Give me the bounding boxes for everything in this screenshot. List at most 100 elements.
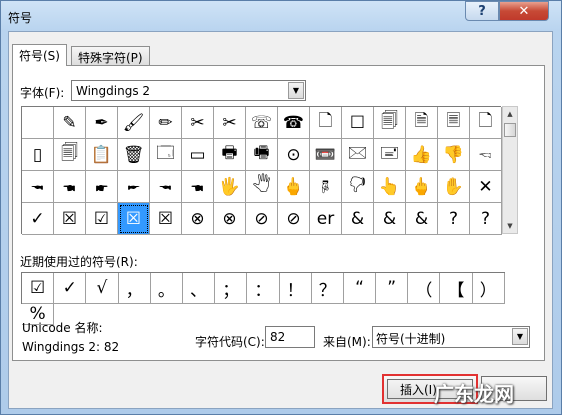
symbol-cell[interactable]: 🖚 — [22, 171, 54, 203]
recent-symbol-cell[interactable]: ） — [472, 273, 505, 304]
symbol-cell[interactable]: ⊘ — [278, 203, 310, 235]
recent-symbol-cell[interactable]: ： — [247, 273, 280, 304]
recent-symbols-label: 近期使用过的符号(R): — [20, 255, 138, 269]
symbol-grid: ✎ ✒ 🖌 ✏ ✂ ✂ ☏ ☎ 🗋 ☐ 🗐 🗎 🗏 🗋 ▯ 🗐 📋 🗑 🗔 ▭ 🖶 🖷 ⊙ 📼 🖂 🖃 👍 👎 🖘 🖚 🖜 🖝 🖛 🖚 🖜 🖐 🖑 🖕 🖗 🖓… — [21, 106, 502, 235]
symbol-cell[interactable]: 🗋 — [310, 107, 342, 139]
symbol-cell[interactable]: ☒ — [150, 203, 182, 235]
symbol-cell[interactable]: 🖛 — [118, 171, 150, 203]
scroll-down-icon[interactable]: ▼ — [503, 219, 517, 233]
recent-symbols-grid: ☑ ✓ √，。、；：！？ “” （【）% — [21, 272, 505, 325]
font-label: 字体(F): — [20, 86, 65, 100]
symbol-cell[interactable]: ⊗ — [182, 203, 214, 235]
symbol-cell[interactable] — [22, 107, 54, 139]
watermark-logo: 广东龙网 — [434, 382, 514, 406]
symbol-cell[interactable]: 🖜 — [182, 171, 214, 203]
unicode-name-value: Wingdings 2: 82 — [22, 340, 120, 354]
symbol-cell[interactable]: ✋ — [438, 171, 470, 203]
recent-symbol-cell[interactable]: 。 — [150, 273, 183, 304]
symbol-cell[interactable]: ✏ — [150, 107, 182, 139]
symbol-cell[interactable]: 🗔 — [150, 139, 182, 171]
tab-special-characters[interactable]: 特殊字符(P) — [71, 46, 150, 66]
font-select[interactable]: Wingdings 2 ▼ — [71, 80, 306, 101]
symbol-cell[interactable]: 🗎 — [406, 107, 438, 139]
symbol-cell[interactable]: ✂ — [182, 107, 214, 139]
symbol-cell[interactable]: 👍 — [406, 139, 438, 171]
symbol-cell[interactable]: ▭ — [182, 139, 214, 171]
symbol-cell[interactable]: ⊗ — [214, 203, 246, 235]
symbol-cell[interactable]: 🗐 — [374, 107, 406, 139]
symbol-cell[interactable]: 🗐 — [54, 139, 86, 171]
symbol-cell[interactable]: ☑ — [86, 203, 118, 235]
char-code-label: 字符代码(C): — [195, 335, 265, 349]
symbol-cell[interactable]: ☒ — [54, 203, 86, 235]
symbol-cell[interactable]: ✒ — [86, 107, 118, 139]
symbol-cell[interactable]: ▯ — [22, 139, 54, 171]
dialog-title: 符号 — [8, 11, 33, 25]
symbol-cell[interactable]: 🖚 — [150, 171, 182, 203]
symbol-cell[interactable]: 🖂 — [342, 139, 374, 171]
symbol-cell[interactable]: 🖶 — [214, 139, 246, 171]
recent-symbol-cell[interactable]: ！ — [279, 273, 312, 304]
recent-symbol-cell[interactable]: ？ — [311, 273, 344, 304]
symbol-cell[interactable]: 🖷 — [246, 139, 278, 171]
symbol-cell[interactable]: 👎 — [438, 139, 470, 171]
symbol-cell[interactable]: & — [406, 203, 438, 235]
symbol-cell[interactable]: ✓ — [22, 203, 54, 235]
symbol-cell[interactable]: 🖐 — [214, 171, 246, 203]
recent-symbol-cell[interactable]: ✓ — [54, 273, 87, 304]
symbol-cell[interactable]: ⊘ — [246, 203, 278, 235]
recent-symbol-cell[interactable]: ” — [376, 273, 409, 304]
symbol-cell[interactable]: 🖓 — [342, 171, 374, 203]
symbol-cell[interactable]: 🖜 — [54, 171, 86, 203]
symbol-cell[interactable]: ✎ — [54, 107, 86, 139]
symbol-cell[interactable]: ✕ — [470, 171, 502, 203]
symbol-cell[interactable]: ? — [438, 203, 470, 235]
symbol-cell[interactable]: ☐ — [342, 107, 374, 139]
recent-symbol-cell[interactable]: ☑ — [22, 273, 55, 304]
font-select-value: Wingdings 2 — [76, 84, 151, 98]
recent-symbol-cell[interactable]: “ — [343, 273, 377, 304]
recent-symbol-cell[interactable]: 【 — [440, 273, 473, 304]
recent-symbol-cell[interactable]: 、 — [182, 273, 216, 304]
symbol-cell[interactable]: 🖝 — [86, 171, 118, 203]
recent-symbol-cell[interactable]: ， — [118, 273, 151, 304]
symbol-cell[interactable]: & — [342, 203, 374, 235]
symbol-cell[interactable]: er — [310, 203, 342, 235]
scroll-up-icon[interactable]: ▲ — [503, 107, 517, 121]
tab-symbols[interactable]: 符号(S) — [12, 44, 67, 66]
close-button[interactable]: ✕ — [499, 1, 549, 21]
symbol-cell[interactable]: ⊙ — [278, 139, 310, 171]
symbol-cell[interactable]: & — [374, 203, 406, 235]
symbol-cell[interactable]: 📼 — [310, 139, 342, 171]
symbol-cell[interactable]: 🗑 — [118, 139, 150, 171]
symbol-cell[interactable]: 🖕 — [278, 171, 310, 203]
recent-symbol-cell[interactable]: （ — [408, 273, 441, 304]
symbol-cell[interactable]: 🖑 — [246, 171, 278, 203]
chevron-down-icon[interactable]: ▼ — [512, 328, 528, 345]
symbol-dialog: 符号 ? ✕ 符号(S) 特殊字符(P) 字体(F): Wingdings 2 … — [0, 0, 562, 415]
symbol-cell[interactable]: ✂ — [214, 107, 246, 139]
symbol-cell[interactable]: ☎ — [278, 107, 310, 139]
symbol-cell[interactable]: 🖘 — [470, 139, 502, 171]
chevron-down-icon[interactable]: ▼ — [288, 82, 304, 99]
symbol-cell[interactable]: 👆 — [374, 171, 406, 203]
char-code-input[interactable]: 82 — [265, 326, 315, 348]
symbol-cell[interactable]: ? — [470, 203, 502, 235]
symbol-cell[interactable]: 🖃 — [374, 139, 406, 171]
symbol-cell[interactable]: 📋 — [86, 139, 118, 171]
scroll-thumb[interactable] — [504, 123, 516, 137]
recent-symbol-cell[interactable]: ； — [215, 273, 248, 304]
symbol-cell[interactable]: ☒ — [118, 203, 150, 235]
from-label: 来自(M): — [323, 335, 371, 349]
help-button[interactable]: ? — [465, 1, 499, 21]
title-bar[interactable]: 符号 ? ✕ — [1, 1, 561, 31]
symbol-cell[interactable]: ☏ — [246, 107, 278, 139]
symbol-cell[interactable]: 🗏 — [438, 107, 470, 139]
symbol-cell[interactable]: 🗋 — [470, 107, 502, 139]
symbol-cell[interactable]: 🖕 — [406, 171, 438, 203]
symbol-grid-scrollbar[interactable]: ▲ ▼ — [502, 106, 518, 234]
from-select[interactable]: 符号(十进制) ▼ — [372, 326, 530, 348]
recent-symbol-cell[interactable]: √ — [86, 273, 119, 304]
symbol-cell[interactable]: 🖗 — [310, 171, 342, 203]
symbol-cell[interactable]: 🖌 — [118, 107, 150, 139]
